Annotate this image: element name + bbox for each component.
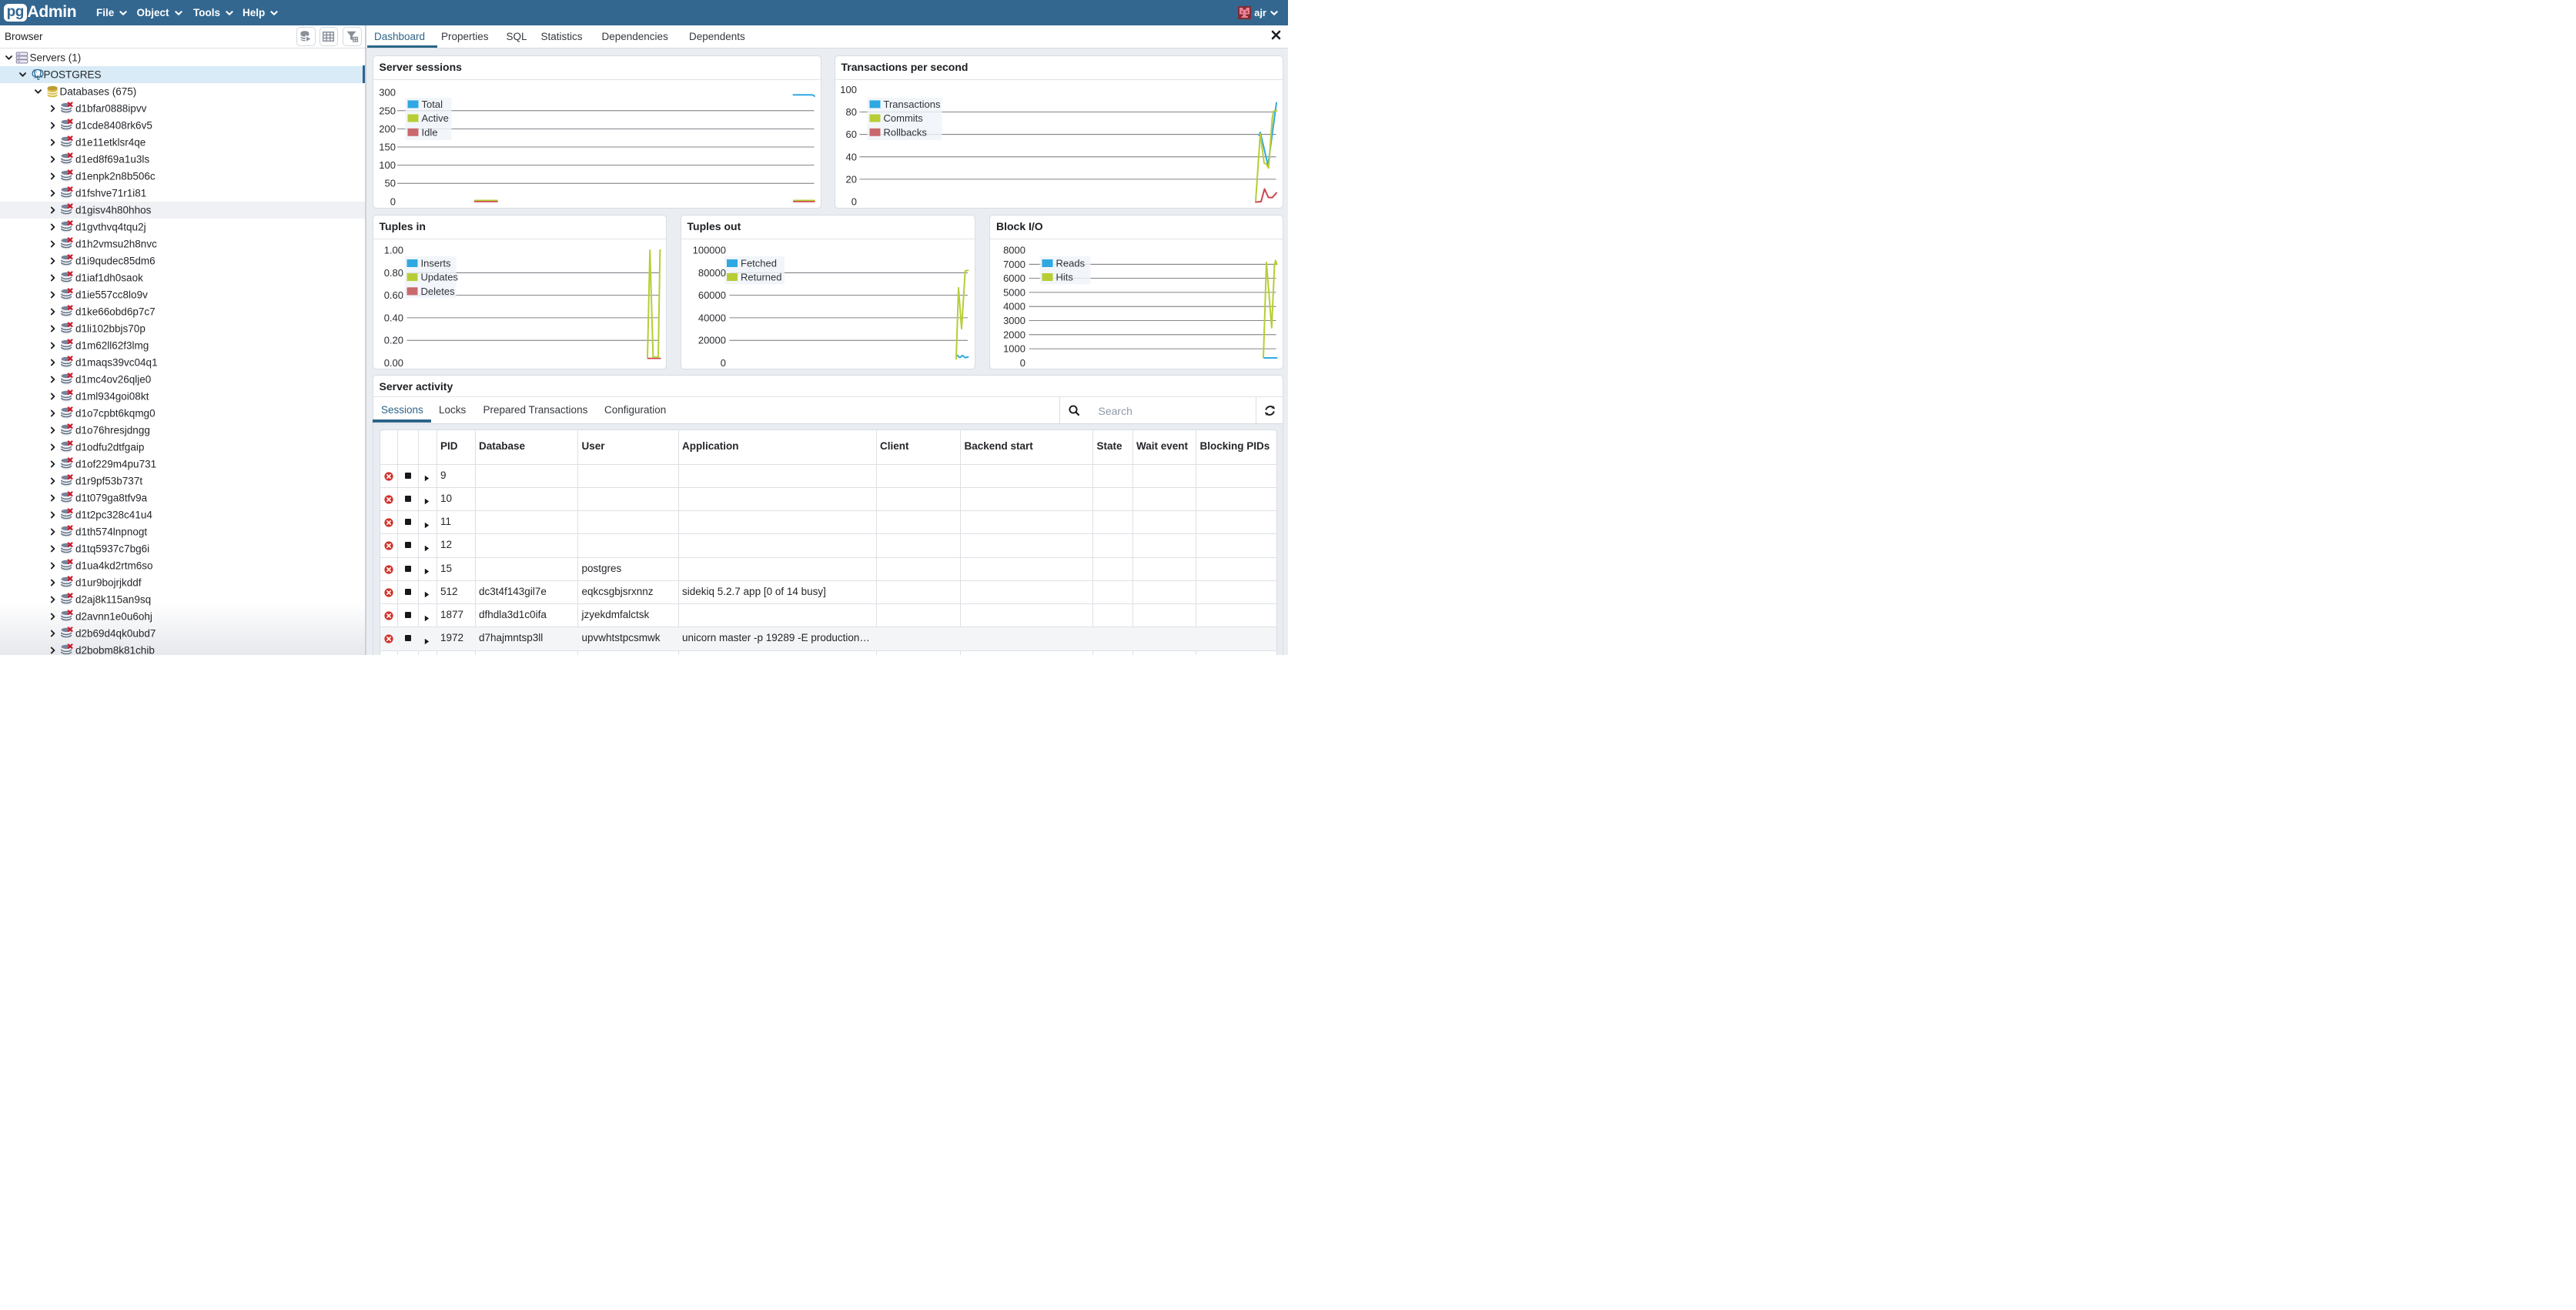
svg-text:0.40: 0.40 bbox=[383, 312, 403, 323]
svg-text:Total: Total bbox=[421, 99, 443, 110]
svg-text:Deletes: Deletes bbox=[420, 286, 455, 297]
svg-text:Active: Active bbox=[421, 112, 448, 124]
svg-text:60: 60 bbox=[845, 129, 856, 140]
svg-text:300: 300 bbox=[379, 87, 396, 99]
svg-text:0.20: 0.20 bbox=[383, 335, 403, 346]
svg-text:200: 200 bbox=[379, 123, 396, 135]
svg-text:3000: 3000 bbox=[1003, 315, 1025, 326]
svg-text:40: 40 bbox=[845, 151, 856, 162]
svg-text:Inserts: Inserts bbox=[420, 258, 451, 269]
svg-text:2000: 2000 bbox=[1003, 329, 1025, 340]
svg-text:4000: 4000 bbox=[1003, 301, 1025, 312]
svg-text:20: 20 bbox=[845, 173, 856, 185]
svg-text:0: 0 bbox=[1019, 357, 1025, 369]
svg-text:Updates: Updates bbox=[420, 272, 458, 283]
svg-text:8000: 8000 bbox=[1003, 245, 1025, 256]
svg-text:Reads: Reads bbox=[1055, 258, 1085, 269]
svg-text:Fetched: Fetched bbox=[741, 258, 777, 269]
svg-text:Returned: Returned bbox=[741, 272, 781, 283]
svg-text:0.80: 0.80 bbox=[383, 267, 403, 279]
svg-text:Idle: Idle bbox=[421, 126, 437, 138]
svg-text:100000: 100000 bbox=[692, 245, 725, 256]
svg-text:100: 100 bbox=[379, 159, 396, 171]
svg-text:80: 80 bbox=[845, 106, 856, 118]
svg-text:50: 50 bbox=[384, 178, 395, 189]
svg-text:0: 0 bbox=[390, 196, 395, 208]
svg-text:Transactions: Transactions bbox=[883, 99, 940, 110]
svg-text:60000: 60000 bbox=[698, 289, 725, 301]
svg-text:5000: 5000 bbox=[1003, 286, 1025, 298]
svg-text:Hits: Hits bbox=[1055, 272, 1073, 283]
svg-text:250: 250 bbox=[379, 105, 396, 116]
svg-text:7000: 7000 bbox=[1003, 259, 1025, 270]
svg-text:20000: 20000 bbox=[698, 335, 725, 346]
svg-text:1000: 1000 bbox=[1003, 343, 1025, 355]
svg-text:100: 100 bbox=[840, 84, 857, 95]
svg-text:0: 0 bbox=[851, 196, 856, 208]
svg-text:80000: 80000 bbox=[698, 267, 725, 279]
svg-text:0.00: 0.00 bbox=[383, 357, 403, 369]
svg-text:0: 0 bbox=[720, 357, 725, 369]
svg-text:0.60: 0.60 bbox=[383, 289, 403, 301]
svg-text:6000: 6000 bbox=[1003, 272, 1025, 284]
svg-text:150: 150 bbox=[379, 142, 396, 153]
svg-text:40000: 40000 bbox=[698, 312, 725, 323]
svg-text:1.00: 1.00 bbox=[383, 245, 403, 256]
svg-text:Commits: Commits bbox=[883, 112, 923, 124]
svg-text:Rollbacks: Rollbacks bbox=[883, 126, 927, 138]
